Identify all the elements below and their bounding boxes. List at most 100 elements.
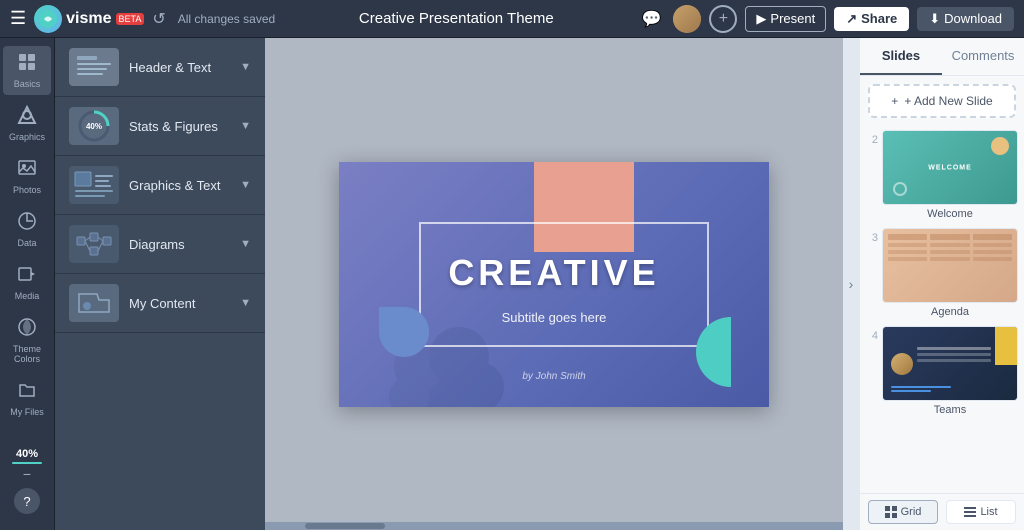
logo: visme BETA <box>34 5 144 33</box>
collapse-right-panel-button[interactable]: › <box>843 38 859 530</box>
list-icon <box>964 506 976 518</box>
download-button[interactable]: ⬇ Download <box>917 7 1014 31</box>
slide-thumb-wrap-3: Agenda <box>882 228 1018 318</box>
add-new-slide-button[interactable]: + + Add New Slide <box>868 84 1016 118</box>
header-text-arrow: ▼ <box>240 61 251 73</box>
my-files-label: My Files <box>10 407 44 417</box>
slide-thumb-row-2: 2 WELCOME Welcome <box>866 130 1018 220</box>
diagrams-arrow: ▼ <box>240 238 251 250</box>
avatar-image <box>673 5 701 33</box>
add-collaborator-button[interactable]: + <box>709 5 737 33</box>
grid-label: Grid <box>901 506 922 518</box>
play-icon: ▶ <box>756 11 766 27</box>
avatar[interactable] <box>673 5 701 33</box>
topbar-right: 💬 + ▶ Present ↗ Share ⬇ Download <box>637 5 1014 33</box>
help-icon: ? <box>23 494 30 509</box>
stats-figures-arrow: ▼ <box>240 120 251 132</box>
basics-label: Basics <box>14 79 41 89</box>
graphics-label: Graphics <box>9 132 45 142</box>
sidebar-item-data[interactable]: Data <box>3 205 51 254</box>
slide-label-teams: Teams <box>882 404 1018 416</box>
view-grid-button[interactable]: Grid <box>868 500 938 524</box>
media-label: Media <box>15 291 40 301</box>
stats-figures-label: Stats & Figures <box>129 119 230 134</box>
sidebar-item-media[interactable]: Media <box>3 258 51 307</box>
slide-thumb-row-4: 4 <box>866 326 1018 416</box>
sidebar-item-basics[interactable]: Basics <box>3 46 51 95</box>
topbar: ☰ visme BETA ↺ All changes saved Creativ… <box>0 0 1024 38</box>
my-content-arrow: ▼ <box>240 297 251 309</box>
diagrams-label: Diagrams <box>129 237 230 252</box>
slide-thumb-wrap-2: WELCOME Welcome <box>882 130 1018 220</box>
saved-status: All changes saved <box>178 12 275 26</box>
panel-item-diagrams[interactable]: Diagrams ▼ <box>55 215 265 274</box>
zoom-percent: 40% <box>16 448 38 460</box>
undo-icon[interactable]: ↺ <box>152 9 165 29</box>
slides-list: 2 WELCOME Welcome <box>860 126 1024 493</box>
slides-tab-label: Slides <box>882 48 920 63</box>
basics-icon <box>17 52 37 77</box>
slide-num-3: 3 <box>866 228 878 244</box>
logo-beta: BETA <box>116 13 145 25</box>
sidebar-item-theme-colors[interactable]: Theme Colors <box>3 311 51 370</box>
slide-author: by John Smith <box>339 371 769 382</box>
my-content-thumb <box>69 284 119 322</box>
graphics-text-thumb <box>69 166 119 204</box>
sidebar-item-graphics[interactable]: Graphics <box>3 99 51 148</box>
zoom-bar <box>12 462 42 464</box>
logo-icon <box>34 5 62 33</box>
right-panel-bottom: Grid List <box>860 493 1024 530</box>
present-button[interactable]: ▶ Present <box>745 6 826 32</box>
graphics-text-arrow: ▼ <box>240 179 251 191</box>
icon-sidebar: Basics Graphics Photos Data Media <box>0 38 55 530</box>
sidebar-item-my-files[interactable]: My Files <box>3 374 51 423</box>
slide-subtitle: Subtitle goes here <box>339 310 769 325</box>
share-label: Share <box>861 11 897 26</box>
help-button[interactable]: ? <box>14 488 40 514</box>
share-button[interactable]: ↗ Share <box>834 7 909 31</box>
slide-thumb-wrap-4: Teams <box>882 326 1018 416</box>
logo-text: visme <box>66 10 111 28</box>
sidebar-item-photos[interactable]: Photos <box>3 152 51 201</box>
canvas-area: CREATIVE Subtitle goes here by John Smit… <box>265 38 843 530</box>
grid-icon <box>885 506 897 518</box>
media-icon <box>17 264 37 289</box>
my-content-label: My Content <box>129 296 230 311</box>
header-text-label: Header & Text <box>129 60 230 75</box>
stats-figures-thumb: 40% <box>69 107 119 145</box>
tab-comments[interactable]: Comments <box>942 38 1024 75</box>
left-panel: Header & Text ▼ 40% Stats & Figures ▼ <box>55 38 265 530</box>
panel-item-graphics-text[interactable]: Graphics & Text ▼ <box>55 156 265 215</box>
document-title[interactable]: Creative Presentation Theme <box>283 10 629 27</box>
download-icon: ⬇ <box>929 11 940 27</box>
tab-slides[interactable]: Slides <box>860 38 942 75</box>
main-layout: Basics Graphics Photos Data Media <box>0 38 1024 530</box>
photos-label: Photos <box>13 185 41 195</box>
zoom-minus-icon[interactable]: − <box>23 466 31 482</box>
list-label: List <box>980 506 997 518</box>
present-label: Present <box>770 11 815 26</box>
slide-label-welcome: Welcome <box>882 208 1018 220</box>
download-label: Download <box>944 11 1002 26</box>
header-text-thumb <box>69 48 119 86</box>
graphics-icon <box>17 105 37 130</box>
add-slide-label: + Add New Slide <box>904 94 992 108</box>
slide-thumb-row-3: 3 <box>866 228 1018 318</box>
canvas-scrollbar[interactable] <box>265 522 843 530</box>
panel-item-my-content[interactable]: My Content ▼ <box>55 274 265 333</box>
add-slide-plus-icon: + <box>891 94 898 108</box>
data-label: Data <box>17 238 36 248</box>
panel-item-stats-figures[interactable]: 40% Stats & Figures ▼ <box>55 97 265 156</box>
slide-canvas[interactable]: CREATIVE Subtitle goes here by John Smit… <box>339 162 769 407</box>
chat-icon-button[interactable]: 💬 <box>637 5 665 33</box>
right-panel: Slides Comments + + Add New Slide 2 <box>859 38 1024 530</box>
panel-item-header-text[interactable]: Header & Text ▼ <box>55 38 265 97</box>
menu-icon[interactable]: ☰ <box>10 8 26 29</box>
slide-title: CREATIVE <box>339 252 769 294</box>
comments-tab-label: Comments <box>952 48 1015 63</box>
slide-thumb-agenda[interactable] <box>882 228 1018 303</box>
view-list-button[interactable]: List <box>946 500 1016 524</box>
my-files-icon <box>17 380 37 405</box>
slide-thumb-welcome[interactable]: WELCOME <box>882 130 1018 205</box>
slide-thumb-teams[interactable] <box>882 326 1018 401</box>
